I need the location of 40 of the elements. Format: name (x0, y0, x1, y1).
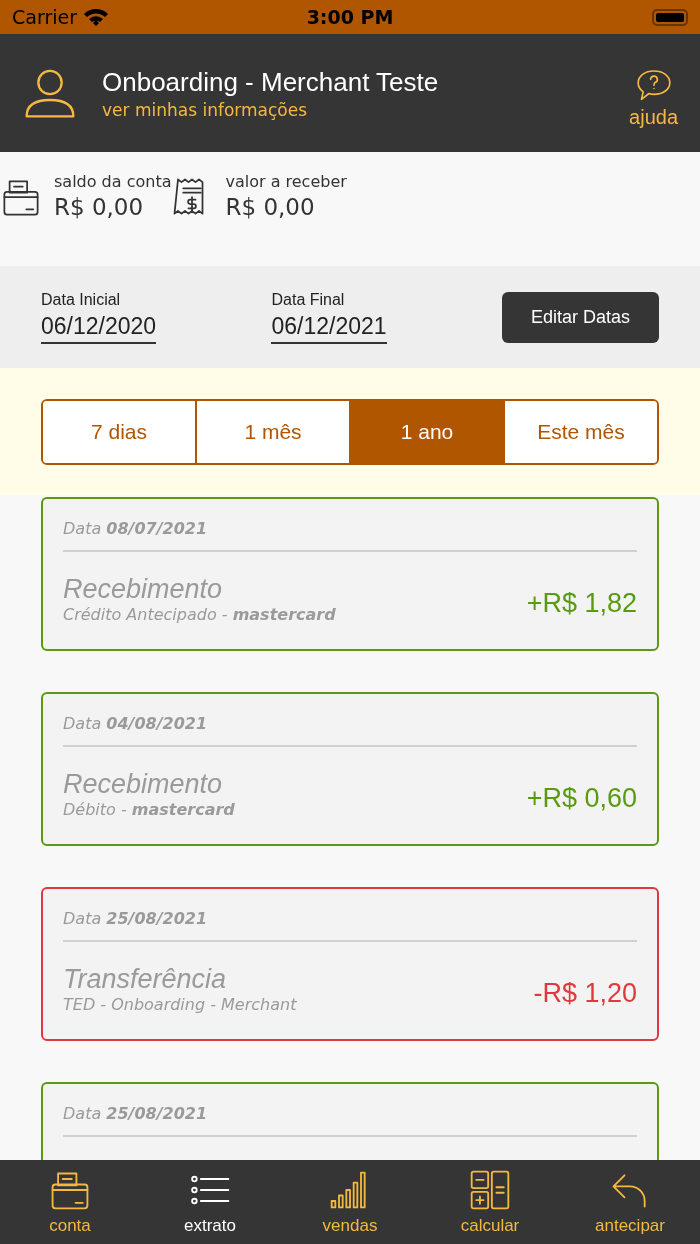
edit-dates-button[interactable]: Editar Datas (501, 291, 659, 343)
carrier-label: Carrier (12, 6, 77, 28)
balance-value: R$ 0,00 (225, 194, 316, 220)
transaction-title: Transferência (63, 964, 228, 995)
transaction-amount: +R$ 1,82 (526, 587, 637, 619)
start-date-label: Data Inicial (41, 290, 121, 309)
transaction-detail: Crédito Antecipado - mastercard (63, 605, 336, 624)
transaction-detail: Débito - mastercard (63, 800, 235, 819)
tab-bar-item[interactable]: vendas (280, 1160, 420, 1244)
help-button[interactable]: ajuda (629, 65, 678, 129)
transaction-amount: +R$ 0,60 (526, 782, 637, 814)
transaction-amount: -R$ 1,20 (533, 977, 637, 1009)
end-date-field[interactable]: 06/12/2021 (271, 312, 387, 344)
end-date-label: Data Final (271, 290, 345, 309)
tab-bar-item[interactable]: antecipar (560, 1160, 700, 1244)
transaction-title: Recebimento (63, 769, 224, 800)
start-date-field[interactable]: 06/12/2020 (41, 312, 157, 344)
battery-icon (652, 8, 688, 26)
transaction-detail: TED - Onboarding - Merchant (63, 995, 297, 1014)
period-tab[interactable]: 1 mês (195, 401, 349, 463)
transaction-date: Data 08/07/2021 (63, 499, 637, 552)
period-tab[interactable]: 1 ano (349, 401, 503, 463)
balance-label: saldo da conta (54, 172, 172, 191)
transaction-card[interactable]: Data 25/08/2021 Transferência TED - Onboarding - Merchant -R$ 1,20 (41, 887, 659, 1041)
tab-bar-item[interactable]: calcular (420, 1160, 560, 1244)
calculator-icon (468, 1168, 512, 1212)
transaction-date: Data 04/08/2021 (63, 694, 637, 747)
balance-label: valor a receber (225, 172, 347, 191)
account-title: Onboarding - Merchant Teste (102, 66, 440, 98)
tab-bar-item[interactable]: extrato (140, 1160, 280, 1244)
transaction-date: Data 25/08/2021 (63, 1084, 637, 1137)
period-tab[interactable]: 7 dias (43, 401, 195, 463)
transaction-date: Data 25/08/2021 (63, 889, 637, 942)
clock-time: 3:00 PM (306, 6, 394, 28)
balance-value: R$ 0,00 (54, 194, 145, 220)
wifi-icon (83, 7, 109, 27)
transaction-title: Recebimento (63, 574, 224, 605)
period-tab[interactable]: Este mês (503, 401, 657, 463)
profile-link[interactable]: ver minhas informações (102, 99, 630, 120)
tab-bar-item[interactable]: conta (0, 1160, 140, 1244)
